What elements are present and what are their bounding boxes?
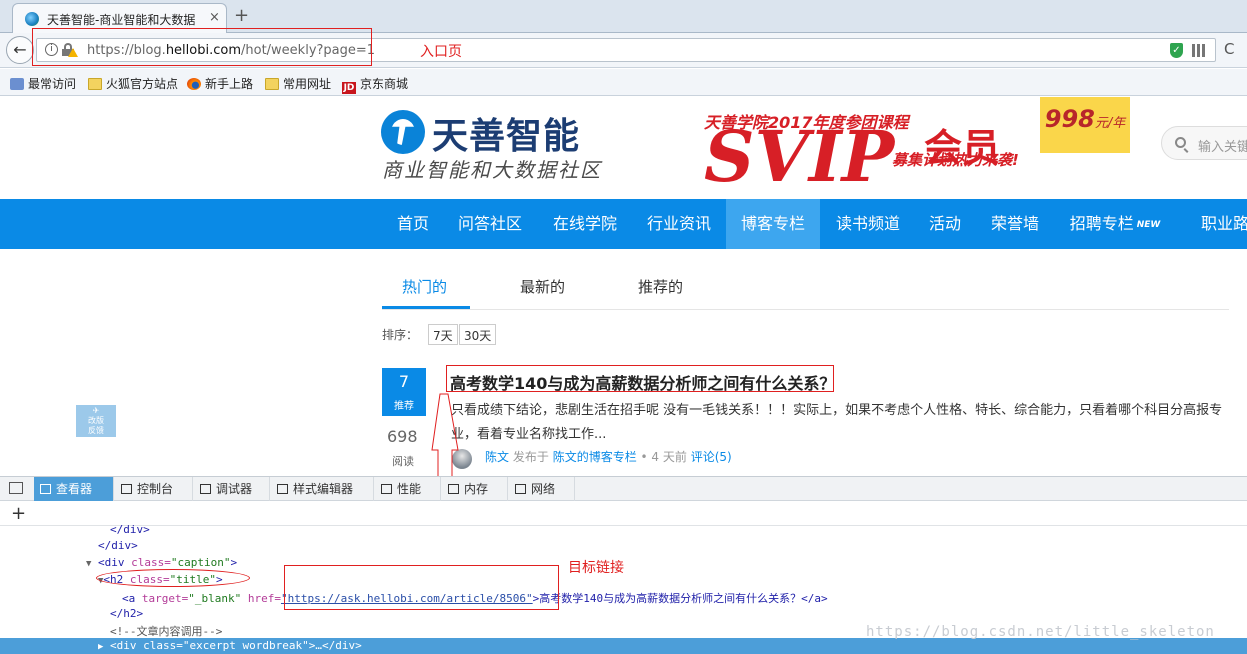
nav-item-news[interactable]: 行业资讯 <box>637 199 721 249</box>
published-in-text: 发布于 <box>512 450 549 464</box>
search-placeholder: 输入关键 <box>1198 140 1247 155</box>
expand-triangle-icon[interactable]: ▼ <box>86 559 91 569</box>
site-logo-name[interactable]: 天善智能 <box>432 107 580 159</box>
h2-annotation-ellipse <box>96 569 250 587</box>
folder-icon <box>265 78 279 90</box>
author-link[interactable]: 陈文 <box>485 450 509 464</box>
reload-icon[interactable]: C <box>1224 40 1234 58</box>
style-editor-icon <box>277 484 288 494</box>
banner-price-tag: 998元/年 <box>1040 97 1130 153</box>
memory-icon <box>448 484 459 494</box>
entry-page-annotation-label: 入口页 <box>420 44 462 60</box>
tab-recommended[interactable]: 推荐的 <box>638 276 683 297</box>
tab-network[interactable]: 网络 <box>509 477 575 501</box>
performance-icon <box>381 484 392 494</box>
site-search-input[interactable]: 输入关键 <box>1161 126 1247 160</box>
recommend-vote-box[interactable]: 7 推荐 <box>382 368 426 416</box>
comments-link[interactable]: 评论(5) <box>691 450 732 464</box>
tab-performance[interactable]: 性能 <box>375 477 441 501</box>
nav-item-home[interactable]: 首页 <box>383 199 443 249</box>
tab-latest[interactable]: 最新的 <box>520 276 565 297</box>
jd-logo-icon: JD <box>342 82 356 94</box>
tab-inspector[interactable]: 查看器 <box>34 477 114 501</box>
tab-console[interactable]: 控制台 <box>115 477 193 501</box>
bookmark-firefox-site[interactable]: 火狐官方站点 <box>88 75 178 92</box>
debugger-icon <box>200 484 211 494</box>
tabs-divider <box>382 309 1229 310</box>
csdn-watermark: https://blog.csdn.net/little_skeleton <box>866 624 1215 640</box>
feedback-label: 改版 反馈 <box>88 416 104 435</box>
back-arrow-icon[interactable]: ← <box>6 36 34 64</box>
search-icon[interactable] <box>1175 137 1186 148</box>
selected-code-line[interactable]: ▶ <div class="excerpt wordbreak">…</div> <box>0 638 1247 654</box>
column-link[interactable]: 陈文的博客专栏 <box>553 450 637 464</box>
bookmark-most-visited[interactable]: 最常访问 <box>10 75 76 92</box>
sort-30days-button[interactable]: 30天 <box>459 324 497 345</box>
add-node-button[interactable]: + <box>11 503 26 524</box>
nav-item-reading[interactable]: 读书频道 <box>826 199 910 249</box>
bookmark-getting-started[interactable]: 新手上路 <box>187 75 253 92</box>
nav-item-qa[interactable]: 问答社区 <box>448 199 532 249</box>
new-tab-button[interactable]: + <box>234 5 249 26</box>
bookmarks-toolbar: 最常访问 火狐官方站点 新手上路 常用网址 JD 京东商城 <box>0 69 1247 96</box>
nav-item-honor-wall[interactable]: 荣誉墙 <box>980 199 1050 249</box>
svip-promo-banner[interactable]: 天善学院2017年度参团课程 SVIP 会员 募集计划热力来袭! 998元/年 <box>672 97 1138 198</box>
article-excerpt: 只看成绩下结论，悲剧生活在招手呢 没有一毛钱关系！！！实际上，如果不考虑个人性格… <box>451 403 1223 442</box>
tab-style-editor[interactable]: 样式编辑器 <box>271 477 374 501</box>
site-favicon-icon <box>25 12 39 26</box>
nav-item-events[interactable]: 活动 <box>920 199 970 249</box>
sort-label: 排序： <box>382 328 419 342</box>
inspector-icon <box>40 484 51 494</box>
nav-item-academy[interactable]: 在线学院 <box>543 199 627 249</box>
target-link-annotation-label: 目标链接 <box>568 560 624 576</box>
console-icon <box>121 484 132 494</box>
banner-svip-text: SVIP <box>704 115 895 198</box>
bookmark-common-sites[interactable]: 常用网址 <box>265 75 331 92</box>
banner-subtitle: 募集计划热力来袭! <box>892 151 1019 169</box>
shield-check-icon[interactable]: ✓ <box>1170 43 1183 58</box>
code-comment[interactable]: <!--文章内容调用--> <box>110 623 222 639</box>
vote-label: 推荐 <box>394 401 414 412</box>
site-slogan: 商业智能和大数据社区 <box>382 158 602 182</box>
devtools-toolbar: 查看器 控制台 调试器 样式编辑器 性能 内存 网络 <box>0 477 1247 501</box>
code-line[interactable]: </div> <box>98 539 138 552</box>
tab-debugger[interactable]: 调试器 <box>194 477 270 501</box>
tab-hot[interactable]: 热门的 <box>402 276 447 297</box>
nav-item-jobs[interactable]: 招聘专栏 NEW <box>1060 199 1170 249</box>
feedback-button[interactable]: ✈ 改版 反馈 <box>76 405 116 437</box>
new-badge-icon: NEW <box>1136 220 1161 230</box>
element-picker-icon[interactable] <box>9 482 23 494</box>
qr-code-icon[interactable] <box>1192 44 1205 57</box>
nav-item-blog[interactable]: 博客专栏 <box>726 199 820 249</box>
folder-icon <box>88 78 102 90</box>
publish-time: • 4 天前 <box>640 450 687 464</box>
devtools-separator <box>0 525 1247 526</box>
title-annotation-box <box>446 365 834 392</box>
views-count: 698 <box>387 427 418 446</box>
close-tab-icon[interactable]: × <box>209 10 220 25</box>
bookmark-jd[interactable]: JD 京东商城 <box>342 75 408 94</box>
tab-title: 天善智能-商业智能和大数据 <box>47 13 196 27</box>
views-label: 阅读 <box>392 455 414 468</box>
network-icon <box>515 484 526 494</box>
firefox-icon <box>187 78 201 90</box>
vote-count: 7 <box>398 372 410 391</box>
article-meta: 陈文 发布于 陈文的博客专栏 • 4 天前 评论(5) <box>485 448 732 465</box>
code-line-caption-div[interactable]: ▼ <div class="caption"> <box>86 556 237 569</box>
code-line[interactable]: </h2> <box>110 607 143 620</box>
sort-7days-button[interactable]: 7天 <box>428 324 458 345</box>
code-line[interactable]: </div> <box>110 523 150 536</box>
site-logo-icon[interactable] <box>381 110 425 154</box>
paper-plane-icon: ✈ <box>92 406 100 415</box>
nav-item-career[interactable]: 职业路 <box>1190 199 1247 249</box>
code-line-excerpt-div: ▶ <div class="excerpt wordbreak">…</div> <box>98 639 362 652</box>
main-navigation: 首页 问答社区 在线学院 行业资讯 博客专栏 读书频道 活动 荣誉墙 招聘专栏 N… <box>0 199 1247 249</box>
target-link-annotation-box <box>284 565 559 610</box>
tab-memory[interactable]: 内存 <box>442 477 508 501</box>
entry-url-annotation-box <box>32 28 372 66</box>
collapsed-triangle-icon[interactable]: ▶ <box>98 642 103 652</box>
most-visited-icon <box>10 78 24 90</box>
